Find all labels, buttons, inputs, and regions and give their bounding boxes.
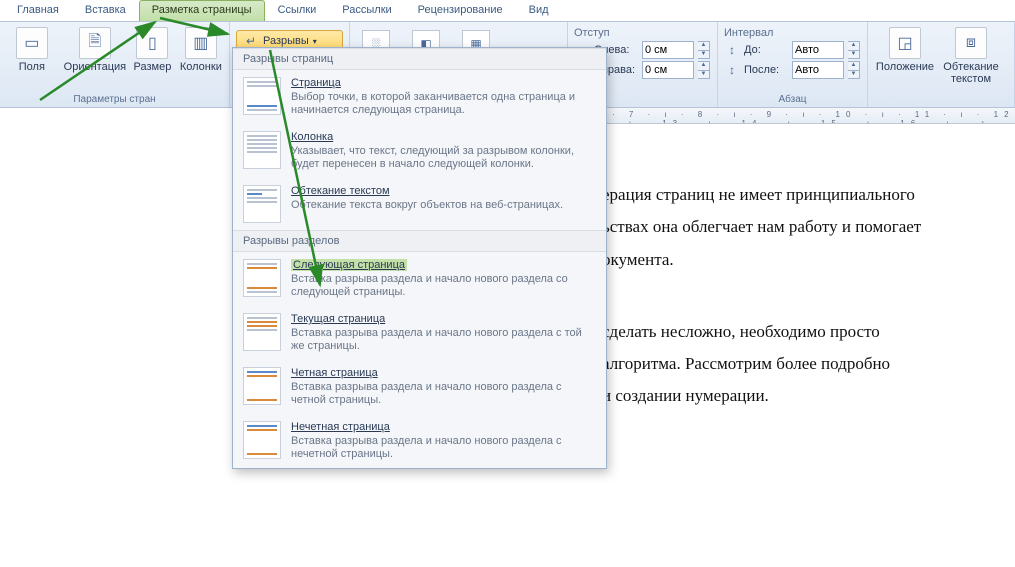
break-odd-page-icon <box>243 421 281 459</box>
break-next-page-icon <box>243 259 281 297</box>
columns-button[interactable]: ▥ Колонки <box>179 25 223 73</box>
size-icon: ▯ <box>136 27 168 59</box>
indent-left-spinner[interactable]: ▲▼ <box>698 41 710 59</box>
spacing-after-spinner[interactable]: ▲▼ <box>848 61 860 79</box>
spacing-after-input[interactable] <box>792 61 844 79</box>
indent-right-input[interactable] <box>642 61 694 79</box>
spacing-before-spinner[interactable]: ▲▼ <box>848 41 860 59</box>
break-odd-page-item[interactable]: Нечетная страница Вставка разрыва раздел… <box>233 414 606 468</box>
break-continuous-icon <box>243 313 281 351</box>
paragraph-group-label: Абзац <box>724 94 861 106</box>
page-setup-group-label: Параметры стран <box>6 94 223 106</box>
tab-home[interactable]: Главная <box>4 0 72 21</box>
tab-references[interactable]: Ссылки <box>265 0 330 21</box>
spacing-after-icon: ↕ <box>724 62 740 78</box>
break-even-page-icon <box>243 367 281 405</box>
indent-header: Отступ <box>574 27 711 39</box>
text-wrap-button[interactable]: ⧈ Обтекание текстом <box>942 25 1000 85</box>
indent-left-input[interactable] <box>642 41 694 59</box>
orientation-icon: 🗎 <box>79 27 111 59</box>
tab-insert[interactable]: Вставка <box>72 0 139 21</box>
break-next-page-item[interactable]: Следующая страница Вставка разрыва разде… <box>233 252 606 306</box>
break-wrap-icon <box>243 185 281 223</box>
dropdown-section-page-breaks: Разрывы страниц <box>233 48 606 70</box>
break-column-item[interactable]: Колонка Указывает, что текст, следующий … <box>233 124 606 178</box>
break-continuous-item[interactable]: Текущая страница Вставка разрыва раздела… <box>233 306 606 360</box>
spacing-before-input[interactable] <box>792 41 844 59</box>
margins-button[interactable]: ▭ Поля <box>6 25 58 73</box>
orientation-button[interactable]: 🗎 Ориентация <box>64 25 126 73</box>
break-even-page-item[interactable]: Четная страница Вставка разрыва раздела … <box>233 360 606 414</box>
chevron-down-icon: ▾ <box>313 37 317 46</box>
text-wrap-icon: ⧈ <box>955 27 987 59</box>
spacing-header: Интервал <box>724 27 861 39</box>
break-column-icon <box>243 131 281 169</box>
tab-review[interactable]: Рецензирование <box>405 0 516 21</box>
spacing-before-icon: ↕ <box>724 42 740 58</box>
tab-view[interactable]: Вид <box>516 0 562 21</box>
break-wrap-item[interactable]: Обтекание текстом Обтекание текста вокру… <box>233 178 606 230</box>
tab-page-layout[interactable]: Разметка страницы <box>139 0 265 21</box>
position-button[interactable]: ◲ Положение <box>874 25 936 73</box>
break-page-item[interactable]: Страница Выбор точки, в которой заканчив… <box>233 70 606 124</box>
ribbon-tabs: Главная Вставка Разметка страницы Ссылки… <box>0 0 1015 22</box>
position-icon: ◲ <box>889 27 921 59</box>
columns-icon: ▥ <box>185 27 217 59</box>
size-button[interactable]: ▯ Размер <box>132 25 173 73</box>
margins-icon: ▭ <box>16 27 48 59</box>
breaks-dropdown: Разрывы страниц Страница Выбор точки, в … <box>232 47 607 469</box>
tab-mailings[interactable]: Рассылки <box>329 0 404 21</box>
break-page-icon <box>243 77 281 115</box>
indent-right-spinner[interactable]: ▲▼ <box>698 61 710 79</box>
dropdown-section-section-breaks: Разрывы разделов <box>233 230 606 252</box>
